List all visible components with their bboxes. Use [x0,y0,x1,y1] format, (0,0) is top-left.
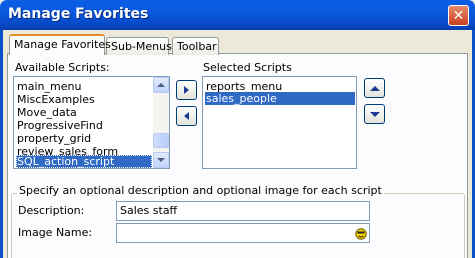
list-item[interactable]: ProgressiveFind [16,119,104,132]
arrow-down-icon [369,111,380,117]
close-button[interactable]: ✕ [448,5,469,26]
move-up-button[interactable] [364,78,385,98]
list-item[interactable]: Move_data [16,106,78,119]
details-group-title: Specify an optional description and opti… [17,184,384,197]
scroll-up-icon [157,82,165,87]
window-title: Manage Favorites [8,6,149,22]
move-down-button[interactable] [364,104,385,124]
selected-scripts-label: Selected Scripts [203,61,292,74]
window-frame-left [0,30,3,258]
close-icon: ✕ [452,8,465,24]
list-item-selected[interactable]: SQL_action_script [16,155,152,168]
tab-label: Toolbar [177,40,217,53]
tab-manage-favorites[interactable]: Manage Favorites [9,34,111,55]
tab-sub-menus[interactable]: Sub-Menus [106,37,172,55]
description-field[interactable]: Sales staff [116,201,370,221]
folder-face-icon[interactable] [355,228,367,240]
arrow-up-icon [369,85,380,91]
selected-scripts-list[interactable]: reports_menu sales_people [202,76,357,169]
image-name-field[interactable] [116,223,370,243]
manage-favorites-window: Manage Favorites ✕ Manage Favorites Sub-… [0,0,475,258]
list-item[interactable]: MiscExamples [16,93,96,106]
list-item[interactable]: main_menu [16,80,82,93]
available-scripts-label: Available Scripts: [15,61,110,74]
tab-label: Sub-Menus [111,40,172,53]
list-item[interactable]: property_grid [16,132,92,145]
arrow-right-icon [184,86,189,94]
available-scrollbar[interactable] [153,77,169,168]
title-bar[interactable]: Manage Favorites ✕ [0,0,475,30]
scroll-down-icon [157,157,165,162]
tab-label: Manage Favorites [14,38,111,51]
available-scripts-list[interactable]: main_menu MiscExamples Move_data Progres… [13,76,170,169]
arrow-left-icon [184,112,189,120]
description-label: Description: [18,204,85,217]
add-script-button[interactable] [176,80,197,100]
scroll-thumb[interactable] [153,133,169,148]
image-name-label: Image Name: [18,226,93,239]
scroll-up-button[interactable] [153,77,169,93]
tab-toolbar[interactable]: Toolbar [172,37,219,55]
remove-script-button[interactable] [176,106,197,126]
scroll-down-button[interactable] [153,152,169,168]
list-item-selected[interactable]: sales_people [205,92,355,105]
